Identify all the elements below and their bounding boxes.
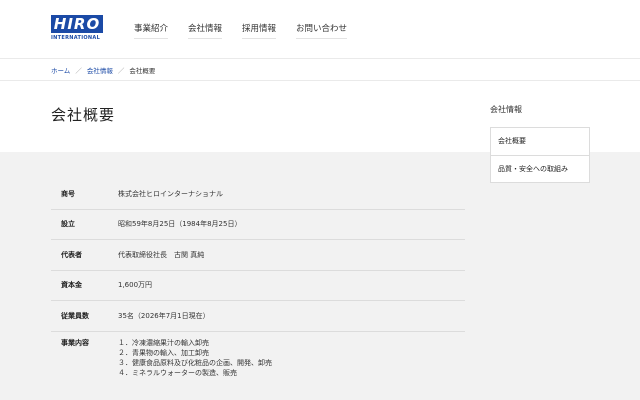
nav-recruit[interactable]: 採用情報 bbox=[242, 22, 277, 39]
logo-subtitle: INTERNATIONAL bbox=[51, 35, 101, 41]
logo-wordmark: HIRO bbox=[51, 15, 103, 33]
breadcrumb-separator: ／ bbox=[117, 67, 125, 75]
sidebar: 会社情報 会社概要 品質・安全への取組み bbox=[490, 104, 590, 183]
breadcrumb-company[interactable]: 会社情報 bbox=[87, 65, 113, 75]
row-value: 35名（2026年7月1日現在） bbox=[118, 311, 210, 320]
table-row: 代表者 代表取締役社長 古関 真純 bbox=[51, 240, 465, 271]
list-item: １．冷凍濃縮果汁の輸入卸売 bbox=[118, 338, 209, 347]
row-label: 商号 bbox=[61, 189, 75, 198]
table-row: 従業員数 35名（2026年7月1日現在） bbox=[51, 301, 465, 332]
sidebar-item-overview[interactable]: 会社概要 bbox=[491, 128, 589, 155]
list-item: ２．青果物の輸入、加工卸売 bbox=[118, 348, 209, 357]
list-item: ３．健康食品原料及び化粧品の企画、開発、卸売 bbox=[118, 358, 272, 367]
breadcrumb-home[interactable]: ホーム bbox=[51, 65, 70, 75]
row-label: 従業員数 bbox=[61, 311, 89, 320]
sidebar-menu: 会社概要 品質・安全への取組み bbox=[490, 127, 590, 183]
table-row: 商号 株式会社ヒロインターナショナル bbox=[51, 179, 465, 210]
company-info-table: 商号 株式会社ヒロインターナショナル 設立 昭和59年8月25日（1984年8月… bbox=[51, 179, 465, 390]
site-header: HIRO INTERNATIONAL 事業紹介 会社情報 採用情報 お問い合わせ bbox=[0, 0, 640, 58]
row-label: 事業内容 bbox=[61, 338, 89, 347]
row-value: 昭和59年8月25日（1984年8月25日） bbox=[118, 220, 242, 229]
breadcrumb: ホーム ／ 会社情報 ／ 会社概要 bbox=[51, 65, 155, 75]
row-label: 資本金 bbox=[61, 281, 82, 290]
nav-company[interactable]: 会社情報 bbox=[188, 22, 223, 39]
row-label: 設立 bbox=[61, 220, 75, 229]
list-item: ４．ミネラルウォーターの製造、販売 bbox=[118, 368, 237, 377]
table-row: 設立 昭和59年8月25日（1984年8月25日） bbox=[51, 210, 465, 240]
table-row: 資本金 1,600万円 bbox=[51, 271, 465, 301]
breadcrumb-divider bbox=[0, 80, 640, 81]
nav-contact[interactable]: お問い合わせ bbox=[296, 22, 348, 39]
nav-business[interactable]: 事業紹介 bbox=[134, 22, 169, 39]
row-value: 代表取締役社長 古関 真純 bbox=[118, 250, 205, 259]
main-nav: 事業紹介 会社情報 採用情報 お問い合わせ bbox=[134, 22, 367, 39]
row-value: 株式会社ヒロインターナショナル bbox=[118, 189, 223, 198]
breadcrumb-current: 会社概要 bbox=[129, 67, 156, 75]
breadcrumb-separator: ／ bbox=[75, 67, 82, 75]
sidebar-item-quality[interactable]: 品質・安全への取組み bbox=[491, 155, 589, 182]
header-divider bbox=[0, 58, 640, 59]
business-list: １．冷凍濃縮果汁の輸入卸売 ２．青果物の輸入、加工卸売 ３．健康食品原料及び化粧… bbox=[118, 338, 272, 378]
sidebar-heading: 会社情報 bbox=[490, 105, 522, 114]
company-logo[interactable]: HIRO INTERNATIONAL bbox=[51, 15, 103, 41]
row-label: 代表者 bbox=[61, 250, 82, 259]
table-row-business: 事業内容 １．冷凍濃縮果汁の輸入卸売 ２．青果物の輸入、加工卸売 ３．健康食品原… bbox=[51, 332, 465, 390]
row-value: 1,600万円 bbox=[118, 281, 153, 290]
page-title: 会社概要 bbox=[51, 106, 116, 124]
